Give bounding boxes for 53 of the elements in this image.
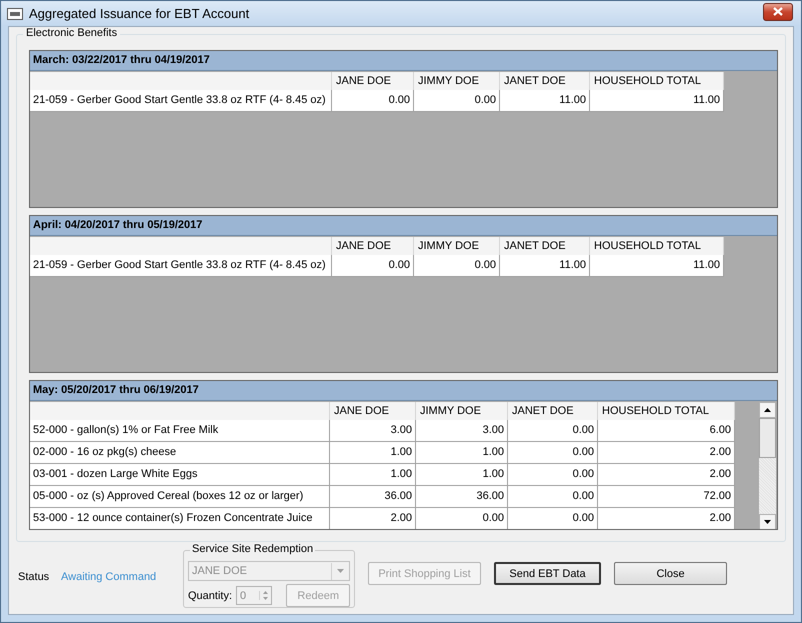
table-cell: 11.00 <box>500 90 590 112</box>
table-cell: 0.00 <box>332 255 414 277</box>
up-arrow-icon[interactable] <box>764 408 771 412</box>
quantity-label: Quantity: <box>188 590 232 602</box>
app-icon <box>7 8 23 20</box>
table-cell: 2.00 <box>598 442 735 464</box>
table-cell: 0.00 <box>508 442 598 464</box>
period-caption: May: 05/20/2017 thru 06/19/2017 <box>30 381 777 401</box>
down-arrow-icon[interactable] <box>764 520 771 524</box>
table-cell: 2.00 <box>598 464 735 486</box>
table-cell: 02-000 - 16 oz pkg(s) cheese <box>30 442 330 464</box>
window-title: Aggregated Issuance for EBT Account <box>29 6 250 21</box>
table-cell: 21-059 - Gerber Good Start Gentle 33.8 oz RTF (4- 8.45 oz) <box>30 255 332 277</box>
table-cell: 0.00 <box>332 90 414 112</box>
table-cell: 11.00 <box>590 255 724 277</box>
group-title: Electronic Benefits <box>23 27 120 39</box>
table-cell: 0.00 <box>508 508 598 529</box>
table-cell: 21-059 - Gerber Good Start Gentle 33.8 oz RTF (4- 8.45 oz) <box>30 90 332 112</box>
table-cell: 1.00 <box>330 464 416 486</box>
table-cell: 11.00 <box>590 90 724 112</box>
table-cell: 3.00 <box>416 420 508 442</box>
status-label: Status <box>18 571 50 583</box>
close-icon <box>773 7 783 16</box>
table-cell: 0.00 <box>508 420 598 442</box>
table-cell: 36.00 <box>330 486 416 508</box>
table-cell: 36.00 <box>416 486 508 508</box>
dropdown-arrow-icon <box>337 569 344 573</box>
vertical-scrollbar[interactable] <box>759 402 776 529</box>
table-cell: 1.00 <box>416 464 508 486</box>
table-cell: 05-000 - oz (s) Approved Cereal (boxes 12 oz or larger) <box>30 486 330 508</box>
table-cell: 6.00 <box>598 420 735 442</box>
table-cell: 0.00 <box>414 255 500 277</box>
table-cell: 1.00 <box>330 442 416 464</box>
table-cell: 0.00 <box>508 486 598 508</box>
table-cell: 53-000 - 12 ounce container(s) Frozen Concentrate Juice <box>30 508 330 529</box>
status-value: Awaiting Command <box>61 571 158 583</box>
table-cell: 11.00 <box>500 255 590 277</box>
table-cell: 0.00 <box>508 464 598 486</box>
period-caption: April: 04/20/2017 thru 05/19/2017 <box>30 216 777 236</box>
group-title: Service Site Redemption <box>190 543 316 555</box>
table-cell: 2.00 <box>330 508 416 529</box>
table-cell: 72.00 <box>598 486 735 508</box>
table-cell: 03-001 - dozen Large White Eggs <box>30 464 330 486</box>
dialog-button[interactable]: Close <box>614 562 727 585</box>
table-cell: 2.00 <box>598 508 735 529</box>
dialog-button[interactable]: Send EBT Data <box>494 562 601 585</box>
table-cell: 3.00 <box>330 420 416 442</box>
table-cell: 1.00 <box>416 442 508 464</box>
table-cell: 0.00 <box>416 508 508 529</box>
period-caption: March: 03/22/2017 thru 04/19/2017 <box>30 51 777 71</box>
close-button[interactable] <box>763 2 793 20</box>
table-cell: 0.00 <box>414 90 500 112</box>
table-cell: 52-000 - gallon(s) 1% or Fat Free Milk <box>30 420 330 442</box>
